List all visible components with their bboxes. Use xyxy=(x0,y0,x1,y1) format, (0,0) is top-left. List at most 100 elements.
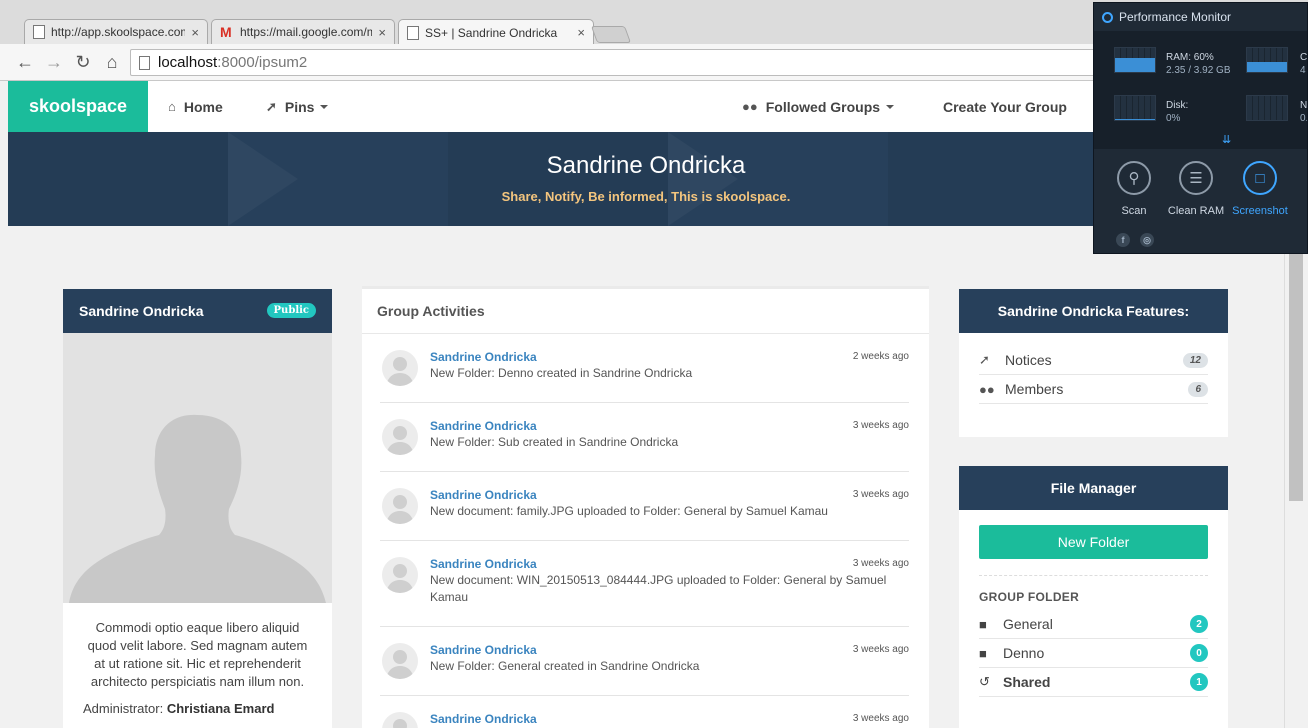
network-label: Ne xyxy=(1300,100,1308,111)
network-detail: 0. xyxy=(1300,113,1308,124)
avatar xyxy=(382,419,418,455)
activity-time: 3 weeks ago xyxy=(852,644,909,655)
count-badge: 1 xyxy=(1190,673,1208,691)
profile-header: Sandrine Ondricka Public xyxy=(63,289,332,333)
admin-label: Administrator: xyxy=(83,701,164,716)
monitor-logo-icon xyxy=(1102,11,1113,23)
nav-home-label: Home xyxy=(183,98,223,115)
tab-title: https://mail.google.com/m xyxy=(240,25,373,39)
performance-stats: RAM: 60% 2.35 / 3.92 GB Cl 4 Disk: 0% Ne… xyxy=(1094,31,1307,149)
pin-icon: ➚ xyxy=(266,98,277,114)
url-host: localhost xyxy=(158,54,218,71)
close-icon[interactable]: × xyxy=(191,25,199,40)
activities-list: Sandrine Ondricka 2 weeks ago New Folder… xyxy=(362,334,929,728)
forward-arrow-icon[interactable]: → xyxy=(43,51,65,73)
admin-name[interactable]: Christiana Emard xyxy=(167,701,275,716)
feature-notices[interactable]: ➚ Notices 12 xyxy=(979,346,1208,375)
network-stat: Ne 0. xyxy=(1300,99,1308,125)
features-panel: Sandrine Ondricka Features: ➚ Notices 12… xyxy=(959,289,1228,437)
activity-item: Sandrine Ondricka 3 weeks ago xyxy=(380,696,909,728)
reload-icon[interactable]: ↻ xyxy=(72,51,94,73)
screenshot-button[interactable]: □ Screenshot xyxy=(1230,161,1290,217)
activity-author-link[interactable]: Sandrine Ondricka xyxy=(430,419,909,433)
disk-detail: 0% xyxy=(1166,113,1181,124)
brand-logo[interactable]: skoolspace xyxy=(8,81,148,132)
scan-button[interactable]: ⚲ Scan xyxy=(1104,161,1164,217)
close-icon[interactable]: × xyxy=(577,25,585,40)
activity-time: 3 weeks ago xyxy=(852,713,909,724)
clean-ram-label: Clean RAM xyxy=(1167,205,1225,217)
folder-label: Shared xyxy=(1003,674,1051,690)
activity-text: New Folder: Denno created in Sandrine On… xyxy=(430,366,693,380)
folder-icon: ■ xyxy=(979,616,987,632)
cpu-label: Cl xyxy=(1300,52,1308,63)
share-icon: ↺ xyxy=(979,674,990,689)
activity-author-link[interactable]: Sandrine Ondricka xyxy=(430,643,909,657)
performance-monitor-titlebar: Performance Monitor xyxy=(1094,3,1307,31)
profile-name: Sandrine Ondricka xyxy=(79,303,204,319)
clean-ram-button[interactable]: ☰ Clean RAM xyxy=(1166,161,1226,217)
gmail-icon: M xyxy=(220,24,232,40)
back-arrow-icon[interactable]: ← xyxy=(14,51,36,73)
activity-text: New Folder: Sub created in Sandrine Ondr… xyxy=(430,435,679,449)
activity-text: New document: family.JPG uploaded to Fol… xyxy=(430,504,828,518)
avatar xyxy=(382,643,418,679)
facebook-icon[interactable]: f xyxy=(1116,233,1130,247)
folder-denno[interactable]: ■ Denno 0 xyxy=(979,639,1208,668)
home-icon[interactable]: ⌂ xyxy=(101,51,123,73)
browser-tab-gmail[interactable]: M https://mail.google.com/m × xyxy=(211,19,395,44)
activity-author-link[interactable]: Sandrine Ondricka xyxy=(430,350,909,364)
count-badge: 6 xyxy=(1188,381,1208,397)
activities-title: Group Activities xyxy=(362,289,929,334)
activity-time: 3 weeks ago xyxy=(852,489,909,500)
features-title: Sandrine Ondricka Features: xyxy=(959,289,1228,333)
caret-down-icon xyxy=(886,104,895,109)
expand-chevron-icon[interactable]: ⇊ xyxy=(1222,133,1231,146)
folder-list: ■ General 2 ■ Denno 0 ↺ Shared 1 xyxy=(959,610,1228,697)
person-silhouette-icon xyxy=(69,414,326,603)
app-navbar: skoolspace ⌂ Home ➚ Pins ●● Followed Gro… xyxy=(8,81,1138,132)
disk-stat: Disk: 0% xyxy=(1166,99,1188,125)
folder-shared[interactable]: ↺ Shared 1 xyxy=(979,668,1208,697)
tab-title: SS+ | Sandrine Ondricka xyxy=(425,25,558,40)
nav-followed-groups[interactable]: ●● Followed Groups xyxy=(742,81,895,132)
share-icon[interactable]: ◎ xyxy=(1140,233,1154,247)
activity-author-link[interactable]: Sandrine Ondricka xyxy=(430,557,909,571)
close-icon[interactable]: × xyxy=(378,25,386,40)
person-silhouette-icon xyxy=(386,357,414,386)
profile-avatar xyxy=(63,333,332,603)
folder-icon: ■ xyxy=(979,645,987,661)
cpu-stat: Cl 4 xyxy=(1300,51,1308,77)
feature-members[interactable]: ●● Members 6 xyxy=(979,375,1208,404)
tab-title: http://app.skoolspace.com xyxy=(51,25,186,39)
disk-level-fill xyxy=(1115,119,1155,120)
activity-item: Sandrine Ondricka 3 weeks ago New Folder… xyxy=(380,627,909,696)
activity-author-link[interactable]: Sandrine Ondricka xyxy=(430,488,909,502)
nav-create-group[interactable]: Create Your Group xyxy=(943,81,1067,132)
home-icon: ⌂ xyxy=(168,99,176,114)
browser-tab-active[interactable]: SS+ | Sandrine Ondricka × xyxy=(398,19,594,45)
public-badge: Public xyxy=(266,303,316,318)
feature-label: Members xyxy=(1005,381,1064,397)
new-tab-button[interactable] xyxy=(590,26,632,43)
person-silhouette-icon xyxy=(386,495,414,524)
performance-monitor-title: Performance Monitor xyxy=(1119,10,1232,24)
features-list: ➚ Notices 12 ●● Members 6 xyxy=(959,333,1228,404)
person-silhouette-icon xyxy=(386,564,414,593)
nav-home[interactable]: ⌂ Home xyxy=(168,81,223,132)
nav-pins[interactable]: ➚ Pins xyxy=(266,81,329,132)
ram-graph xyxy=(1114,47,1156,73)
ram-level-fill xyxy=(1115,57,1155,72)
folder-general[interactable]: ■ General 2 xyxy=(979,610,1208,639)
group-activities-panel: Group Activities Sandrine Ondricka 2 wee… xyxy=(362,286,929,728)
activity-author-link[interactable]: Sandrine Ondricka xyxy=(430,712,909,726)
feature-label: Notices xyxy=(1005,352,1052,368)
search-icon: ⚲ xyxy=(1117,161,1151,195)
screenshot-icon: □ xyxy=(1243,161,1277,195)
page-icon xyxy=(139,55,150,70)
address-bar[interactable]: localhost:8000/ipsum2 xyxy=(130,49,1110,76)
disk-graph xyxy=(1114,95,1156,121)
browser-tab-skoolspace[interactable]: http://app.skoolspace.com × xyxy=(24,19,208,44)
folder-label: Denno xyxy=(1003,645,1045,661)
new-folder-button[interactable]: New Folder xyxy=(979,525,1208,559)
